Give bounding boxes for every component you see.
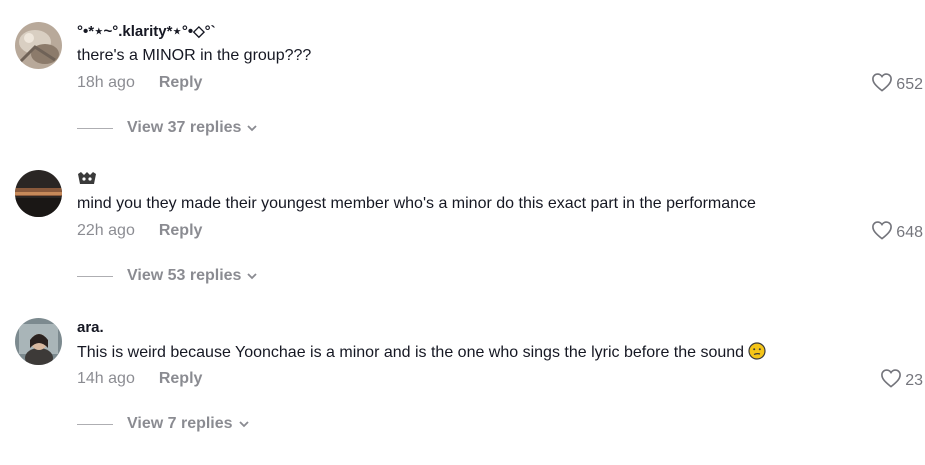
reply-button[interactable]: Reply: [159, 370, 203, 387]
username[interactable]: ara.: [77, 319, 104, 337]
like-count: 648: [896, 223, 923, 241]
avatar-photo: [15, 170, 62, 217]
chevron-down-icon: [245, 269, 259, 283]
view-replies-label: View 37 replies: [127, 119, 242, 136]
comment-text: mind you they made their youngest member…: [77, 195, 756, 212]
like-count: 652: [896, 75, 923, 93]
divider-line: [77, 275, 113, 277]
view-replies-label: View 53 replies: [127, 267, 242, 284]
chevron-down-icon: [245, 121, 259, 135]
avatar-photo: [15, 318, 62, 365]
timestamp: 14h ago: [77, 370, 135, 387]
emote-icon: [77, 172, 97, 191]
heart-icon: [871, 220, 893, 245]
avatar[interactable]: [15, 318, 62, 365]
view-replies-button[interactable]: View 7 replies: [77, 415, 251, 433]
comment-meta: 18h ago Reply: [77, 74, 202, 92]
comment-text-content: This is weird because Yoonchae is a mino…: [77, 344, 745, 361]
like-button[interactable]: 652: [871, 72, 923, 97]
reply-button[interactable]: Reply: [159, 74, 203, 91]
avatar[interactable]: [15, 22, 62, 69]
comment-meta: 14h ago Reply: [77, 370, 202, 388]
heart-icon: [871, 72, 893, 97]
avatar[interactable]: [15, 170, 62, 217]
like-button[interactable]: 648: [871, 220, 923, 245]
view-replies-button[interactable]: View 53 replies: [77, 267, 259, 285]
view-replies-button[interactable]: View 37 replies: [77, 119, 259, 137]
chevron-down-icon: [237, 417, 251, 431]
like-button[interactable]: 23: [880, 368, 923, 393]
username[interactable]: °•*⋆~°.klarity*⋆°•◇°`: [77, 23, 216, 41]
confused-face-emoji: [748, 342, 766, 366]
comment-item: mind you they made their youngest member…: [0, 170, 925, 317]
reply-button[interactable]: Reply: [159, 222, 203, 239]
comment-item: °•*⋆~°.klarity*⋆°•◇°` there's a MINOR in…: [0, 22, 925, 169]
comment-text: This is weird because Yoonchae is a mino…: [77, 342, 766, 366]
heart-icon: [880, 368, 902, 393]
divider-line: [77, 423, 113, 425]
comment-text: there's a MINOR in the group???: [77, 47, 312, 64]
like-count: 23: [905, 371, 923, 389]
timestamp: 22h ago: [77, 222, 135, 239]
divider-line: [77, 127, 113, 129]
comment-item: ara. This is weird because Yoonchae is a…: [0, 318, 925, 465]
avatar-photo: [15, 22, 62, 69]
timestamp: 18h ago: [77, 74, 135, 91]
view-replies-label: View 7 replies: [127, 415, 233, 432]
username[interactable]: [77, 171, 97, 192]
comment-meta: 22h ago Reply: [77, 222, 202, 240]
